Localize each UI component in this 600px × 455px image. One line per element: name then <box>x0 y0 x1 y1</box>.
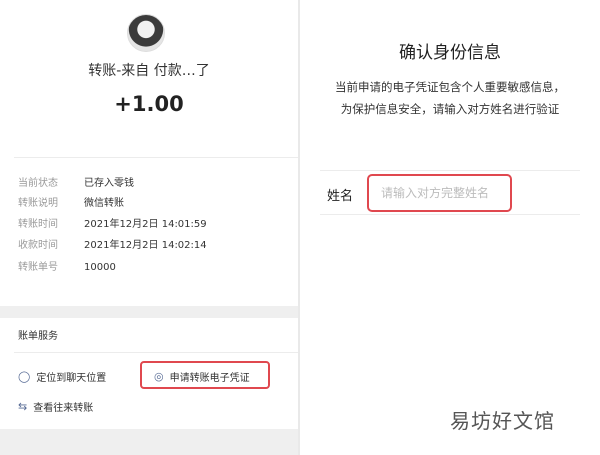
divider <box>320 170 580 171</box>
divider <box>14 352 298 353</box>
locate-chat-label: 定位到聊天位置 <box>36 373 107 384</box>
detail-label: 转账说明 <box>18 198 58 209</box>
transfer-amount: +1.00 <box>114 92 184 116</box>
divider <box>320 214 580 215</box>
chat-bubble-icon: ◯ <box>18 370 31 383</box>
section-gap <box>0 306 298 318</box>
swap-arrows-icon: ⇆ <box>18 400 28 413</box>
identity-confirm-panel: 确认身份信息 当前申请的电子凭证包含个人重要敏感信息，为保护信息安全，请输入对方… <box>300 0 600 455</box>
divider <box>14 157 298 158</box>
highlight-box <box>140 361 270 389</box>
detail-value: 2021年12月2日 14:02:14 <box>84 240 207 251</box>
detail-label: 转账时间 <box>18 219 58 230</box>
detail-value: 10000 <box>84 262 116 273</box>
bottom-band <box>0 429 298 455</box>
detail-value: 2021年12月2日 14:01:59 <box>84 219 207 230</box>
avatar <box>127 14 165 52</box>
detail-value: 微信转账 <box>84 198 124 209</box>
name-input[interactable] <box>367 174 512 212</box>
watermark: 易坊好文馆 <box>450 409 555 433</box>
view-history-link[interactable]: ⇆ 查看往来转账 <box>18 399 93 414</box>
description: 当前申请的电子凭证包含个人重要敏感信息，为保护信息安全，请输入对方姓名进行验证 <box>335 80 565 116</box>
page-title: 确认身份信息 <box>399 43 501 63</box>
detail-value: 已存入零钱 <box>84 178 134 189</box>
view-history-label: 查看往来转账 <box>33 403 94 414</box>
transfer-detail-panel: 转账-来自 付款…了 +1.00 当前状态 已存入零钱 转账说明 微信转账 转账… <box>0 0 298 455</box>
name-label: 姓名 <box>327 189 354 204</box>
locate-chat-link[interactable]: ◯ 定位到聊天位置 <box>18 369 106 384</box>
transfer-title: 转账-来自 付款…了 <box>88 63 210 79</box>
services-title: 账单服务 <box>18 331 58 342</box>
detail-label: 当前状态 <box>18 178 58 189</box>
detail-label: 转账单号 <box>18 262 58 273</box>
detail-label: 收款时间 <box>18 240 58 251</box>
